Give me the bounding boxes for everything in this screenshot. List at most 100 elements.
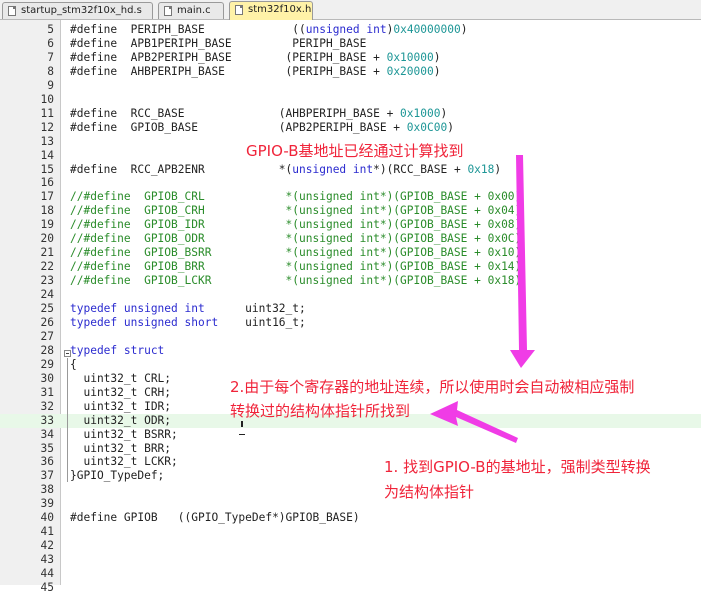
line-number: 35 [40, 441, 54, 455]
code-line[interactable]: 35 uint32_t BRR; [0, 442, 701, 456]
mouse-cursor-icon [239, 421, 245, 435]
line-number: 13 [40, 134, 54, 148]
code-line[interactable]: 7 #define APB2PERIPH_BASE (PERIPH_BASE + … [0, 51, 701, 65]
line-number: 18 [40, 204, 54, 218]
code-text: #define RCC_APB2ENR *(unsigned int*)(RCC… [70, 162, 502, 176]
code-line[interactable]: 23 //#define GPIOB_LCKR *(unsigned int*)(… [0, 274, 701, 288]
line-number: 12 [40, 120, 54, 134]
code-line[interactable]: 6 #define APB1PERIPH_BASE PERIPH_BASE [0, 37, 701, 51]
code-line[interactable]: 43 [0, 553, 701, 567]
file-tab-bar: startup_stm32f10x_hd.s main.c stm32f10x.… [0, 0, 701, 20]
code-line[interactable]: 10 [0, 93, 701, 107]
annotation-1-line1: 1. 找到GPIO-B的基地址，强制类型转换 [384, 458, 651, 476]
line-number: 23 [40, 274, 54, 288]
code-text: typedef struct [70, 343, 165, 357]
line-number: 11 [40, 106, 54, 120]
annotation-1-line2: 为结构体指针 [384, 483, 475, 501]
code-line[interactable]: 21 //#define GPIOB_BSRR *(unsigned int*)(… [0, 246, 701, 260]
code-text: }GPIO_TypeDef; [70, 469, 165, 483]
tab-label: main.c [177, 5, 211, 16]
line-number: 29 [40, 357, 54, 371]
code-text: #define APB2PERIPH_BASE (PERIPH_BASE + 0… [70, 50, 441, 64]
fold-toggle-icon[interactable] [64, 350, 71, 357]
annotation-2-line2: 转换过的结构体指针所找到 [230, 402, 411, 420]
code-line[interactable]: 24 [0, 288, 701, 302]
code-line[interactable]: 17 //#define GPIOB_CRL *(unsigned int*)(G… [0, 190, 701, 204]
code-text: typedef unsigned short uint16_t; [70, 315, 306, 329]
code-text: //#define GPIOB_BSRR *(unsigned int*)(GP… [70, 246, 522, 260]
code-text: #define GPIOB ((GPIO_TypeDef*)GPIOB_BASE… [70, 511, 360, 525]
code-text: //#define GPIOB_BRR *(unsigned int*)(GPI… [70, 260, 522, 274]
code-text: //#define GPIOB_CRL *(unsigned int*)(GPI… [70, 190, 522, 204]
code-line[interactable]: 39 [0, 497, 701, 511]
file-icon [8, 6, 16, 16]
code-line[interactable]: 15 #define RCC_APB2ENR *(unsigned int*)(R… [0, 163, 701, 177]
line-number: 22 [40, 260, 54, 274]
code-line[interactable]: 18 //#define GPIOB_CRH *(unsigned int*)(G… [0, 204, 701, 218]
code-text: uint32_t BRR; [70, 441, 172, 455]
code-line[interactable]: 27 [0, 330, 701, 344]
file-icon [164, 6, 172, 16]
line-number: 20 [40, 232, 54, 246]
tab-startup-file[interactable]: startup_stm32f10x_hd.s [2, 2, 153, 19]
line-number: 34 [40, 427, 54, 441]
code-text: #define RCC_BASE (AHBPERIPH_BASE + 0x100… [70, 106, 448, 120]
line-number: 25 [40, 302, 54, 315]
line-number: 44 [40, 567, 54, 581]
file-icon [235, 5, 243, 15]
code-line[interactable]: 34 uint32_t BSRR; [0, 428, 701, 442]
tab-label: stm32f10x.h [248, 4, 312, 15]
line-number: 27 [40, 329, 54, 343]
code-line[interactable]: 11 #define RCC_BASE (AHBPERIPH_BASE + 0x1… [0, 107, 701, 121]
line-number: 21 [40, 246, 54, 260]
line-number: 30 [40, 371, 54, 385]
line-number: 10 [40, 92, 54, 106]
code-text: //#define GPIOB_IDR *(unsigned int*)(GPI… [70, 218, 522, 232]
line-number: 8 [47, 64, 54, 78]
code-line[interactable]: 22 //#define GPIOB_BRR *(unsigned int*)(G… [0, 260, 701, 274]
code-line[interactable]: 19 //#define GPIOB_IDR *(unsigned int*)(G… [0, 218, 701, 232]
code-text: uint32_t LCKR; [70, 455, 178, 469]
tab-stm32f10x-h[interactable]: stm32f10x.h [229, 1, 313, 20]
code-line[interactable]: 8 #define AHBPERIPH_BASE (PERIPH_BASE + 0… [0, 65, 701, 79]
code-text: { [70, 357, 77, 371]
code-text: #define GPIOB_BASE (APB2PERIPH_BASE + 0x… [70, 120, 454, 134]
line-number: 42 [40, 539, 54, 553]
line-number: 16 [40, 176, 54, 190]
code-text: typedef unsigned int uint32_t; [70, 302, 306, 315]
line-number: 5 [47, 23, 54, 36]
code-line[interactable]: 44 [0, 567, 701, 581]
line-number: 26 [40, 315, 54, 329]
code-text: #define AHBPERIPH_BASE (PERIPH_BASE + 0x… [70, 64, 441, 78]
code-line[interactable]: 26 typedef unsigned short uint16_t; [0, 316, 701, 330]
code-line[interactable]: 16 [0, 176, 701, 190]
code-editor[interactable]: 5 #define PERIPH_BASE ((unsigned int)0x40… [0, 20, 701, 594]
code-line[interactable]: 41 [0, 525, 701, 539]
code-line[interactable]: 38 [0, 483, 701, 497]
code-text: //#define GPIOB_LCKR *(unsigned int*)(GP… [70, 274, 522, 288]
line-number: 19 [40, 218, 54, 232]
line-number: 36 [40, 455, 54, 469]
line-number: 39 [40, 497, 54, 511]
code-line[interactable]: 5 #define PERIPH_BASE ((unsigned int)0x40… [0, 23, 701, 37]
code-line[interactable]: 45 [0, 581, 701, 595]
line-number: 33 [40, 413, 54, 427]
line-number: 31 [40, 385, 54, 399]
line-number: 32 [40, 399, 54, 413]
code-line[interactable]: 25 typedef unsigned int uint32_t; [0, 302, 701, 316]
code-text: #define APB1PERIPH_BASE PERIPH_BASE [70, 36, 367, 50]
code-text: //#define GPIOB_CRH *(unsigned int*)(GPI… [70, 204, 522, 218]
code-line[interactable]: 42 [0, 539, 701, 553]
line-number: 45 [40, 581, 54, 594]
code-line[interactable]: 9 [0, 79, 701, 93]
tab-main-c[interactable]: main.c [158, 2, 224, 19]
code-line[interactable]: 12 #define GPIOB_BASE (APB2PERIPH_BASE + … [0, 121, 701, 135]
line-number: 28 [40, 343, 54, 357]
code-line[interactable]: 29 { [0, 358, 701, 372]
code-line[interactable]: 20 //#define GPIOB_ODR *(unsigned int*)(G… [0, 232, 701, 246]
line-number: 24 [40, 288, 54, 302]
code-line[interactable]: 28 typedef struct [0, 344, 701, 358]
code-text: uint32_t CRH; [70, 385, 172, 399]
line-number: 14 [40, 148, 54, 162]
code-line[interactable]: 40 #define GPIOB ((GPIO_TypeDef*)GPIOB_BA… [0, 511, 701, 525]
